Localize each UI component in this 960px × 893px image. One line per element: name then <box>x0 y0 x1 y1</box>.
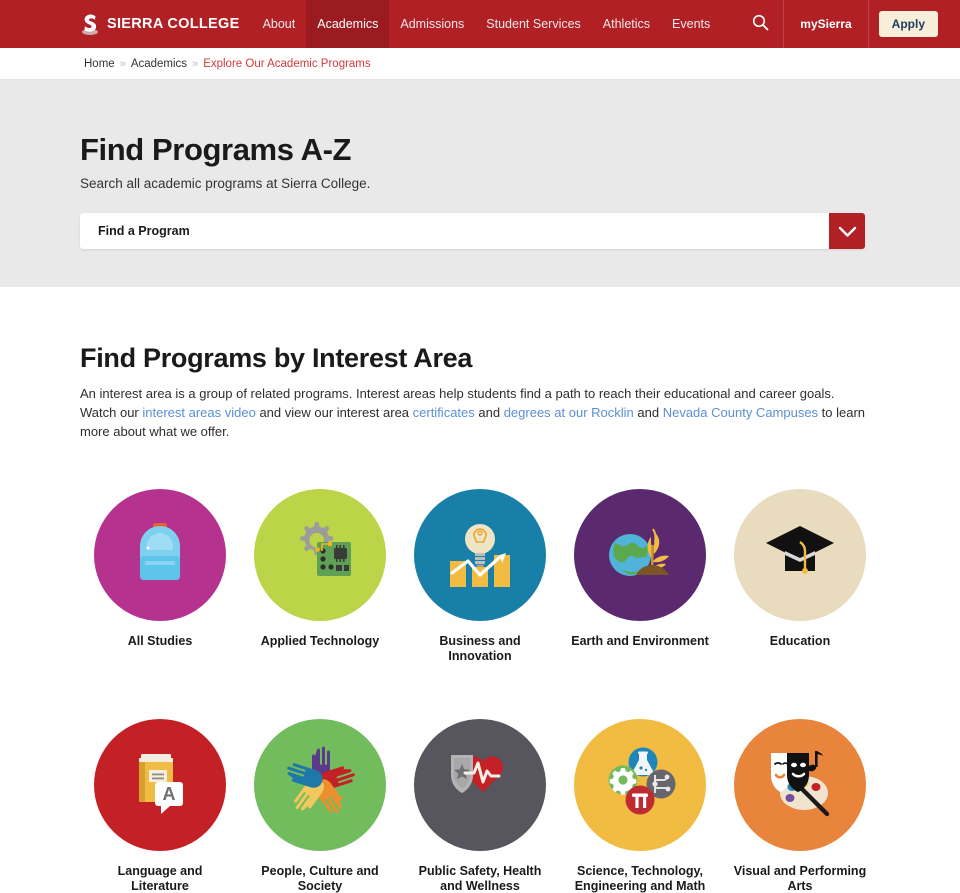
shield-heart-pulse-icon <box>441 749 519 820</box>
find-a-program-select[interactable]: Find a Program <box>80 213 865 249</box>
interest-tile-label: All Studies <box>127 634 193 649</box>
gear-circuit-board-icon <box>284 518 356 593</box>
interest-tile-label: Public Safety, Health and Wellness <box>418 863 542 893</box>
interest-tile-label: Language and Literature <box>117 863 203 893</box>
breadcrumb-separator: » <box>119 57 126 70</box>
interest-tile-circle <box>254 718 386 851</box>
interest-area-grid: All Studies Applied Technology Business … <box>80 489 880 893</box>
apply-button[interactable]: Apply <box>878 11 938 37</box>
site-header: SIERRA COLLEGE About Academics Admission… <box>0 0 960 48</box>
interest-tile-label: Applied Technology <box>260 634 380 649</box>
graduation-cap-icon <box>764 522 836 589</box>
interest-tile-circle <box>734 718 866 851</box>
breadcrumb-separator: » <box>192 57 199 70</box>
interest-tile-business-and-innovation[interactable]: Business and Innovation <box>400 489 560 664</box>
interest-tile-circle: A <box>94 718 226 851</box>
interest-tile-language-and-literature[interactable]: A Language and Literature <box>80 718 240 893</box>
interest-tile-circle <box>414 718 546 851</box>
interest-tile-label: Science, Technology, Engineering and Mat… <box>574 863 706 893</box>
chevron-down-icon[interactable] <box>829 213 865 249</box>
nav-item-events[interactable]: Events <box>661 0 721 48</box>
header-utility-area: mySierra Apply <box>737 0 960 48</box>
link-nevada-county-campuses[interactable]: Nevada County Campuses <box>663 405 818 420</box>
hands-circle-icon <box>279 742 361 827</box>
interest-tile-circle <box>254 489 386 622</box>
page-title: Find Programs A-Z <box>80 132 352 167</box>
logo-text: SIERRA COLLEGE <box>107 16 240 32</box>
interest-tile-public-safety-health-and-wellness[interactable]: Public Safety, Health and Wellness <box>400 718 560 893</box>
lightbulb-bar-chart-icon <box>442 517 518 594</box>
breadcrumb-item-academics[interactable]: Academics <box>131 58 187 70</box>
interest-tile-circle <box>734 489 866 622</box>
nav-item-admissions[interactable]: Admissions <box>389 0 475 48</box>
interest-tile-circle <box>574 718 706 851</box>
link-interest-areas-video[interactable]: interest areas video <box>142 405 255 420</box>
interest-tile-education[interactable]: Education <box>720 489 880 664</box>
search-button[interactable] <box>737 0 783 48</box>
svg-text:A: A <box>163 784 176 804</box>
sierra-s-logo-icon <box>80 12 100 36</box>
search-icon <box>752 14 769 34</box>
globe-wheat-icon <box>602 517 678 594</box>
page-subtitle: Search all academic programs at Sierra C… <box>80 176 371 191</box>
breadcrumb-item-current: Explore Our Academic Programs <box>203 57 371 70</box>
interest-tile-all-studies[interactable]: All Studies <box>80 489 240 664</box>
backpack-icon <box>127 518 193 593</box>
lead-text-part3: and <box>474 405 504 421</box>
interest-tile-circle <box>574 489 706 622</box>
lead-text-part4: and <box>633 405 663 421</box>
interest-tile-visual-and-performing-arts[interactable]: Visual and Performing Arts <box>720 718 880 893</box>
interest-tile-label: Education <box>769 634 831 649</box>
theater-masks-palette-icon <box>759 745 841 824</box>
book-speech-bubble-icon: A <box>125 746 195 823</box>
find-a-program-select-value: Find a Program <box>98 224 190 238</box>
interest-tile-science-technology-engineering-and-math[interactable]: Science, Technology, Engineering and Mat… <box>560 718 720 893</box>
link-degrees-rocklin[interactable]: degrees at our Rocklin <box>504 405 634 420</box>
interest-area-section: Find Programs by Interest Area An intere… <box>0 287 960 893</box>
breadcrumb-item-home[interactable]: Home <box>84 58 115 70</box>
nav-item-about[interactable]: About <box>252 0 307 48</box>
header-divider <box>867 0 869 48</box>
interest-tile-earth-and-environment[interactable]: Earth and Environment <box>560 489 720 664</box>
link-certificates[interactable]: certificates <box>413 405 475 420</box>
hero-section: Find Programs A-Z Search all academic pr… <box>0 80 960 287</box>
nav-item-academics[interactable]: Academics <box>306 0 390 48</box>
section-title: Find Programs by Interest Area <box>80 343 473 373</box>
interest-tile-applied-technology[interactable]: Applied Technology <box>240 489 400 664</box>
interest-tile-label: People, Culture and Society <box>261 863 379 893</box>
lead-text-part2: and view our interest area <box>255 405 413 421</box>
interest-tile-people-culture-and-society[interactable]: People, Culture and Society <box>240 718 400 893</box>
section-description: An interest area is a group of related p… <box>80 384 868 441</box>
interest-tile-label: Visual and Performing Arts <box>733 863 867 893</box>
interest-tile-circle <box>414 489 546 622</box>
stem-flask-gear-pi-icon <box>601 744 679 825</box>
nav-item-athletics[interactable]: Athletics <box>592 0 661 48</box>
interest-tile-label: Business and Innovation <box>439 634 521 664</box>
breadcrumb: Home » Academics » Explore Our Academic … <box>0 48 960 80</box>
mysierra-link[interactable]: mySierra <box>784 0 867 48</box>
site-logo[interactable]: SIERRA COLLEGE <box>80 12 240 36</box>
interest-tile-label: Earth and Environment <box>571 634 709 649</box>
interest-tile-circle <box>94 489 226 622</box>
nav-item-student-services[interactable]: Student Services <box>475 0 592 48</box>
main-navigation: About Academics Admissions Student Servi… <box>252 0 722 48</box>
